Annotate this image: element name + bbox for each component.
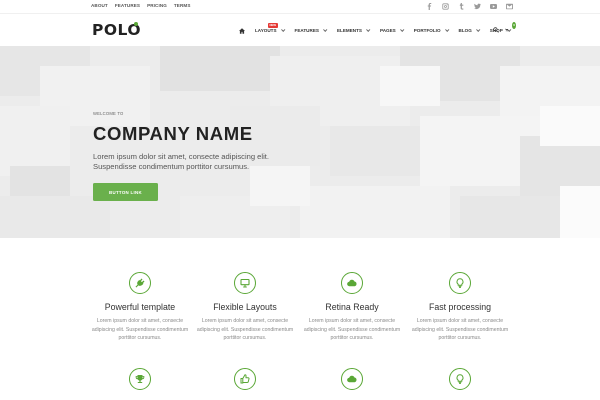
- top-link-pricing[interactable]: PRICING: [147, 3, 167, 9]
- home-icon[interactable]: [238, 27, 246, 35]
- monitor-icon: [234, 272, 256, 294]
- background-tile: [250, 166, 310, 206]
- main-menu: LAYOUTS NEW FEATURES ELEMENTS PAGES PORT…: [238, 23, 521, 35]
- menu-item-blog[interactable]: BLOG: [458, 27, 481, 34]
- feature-text: Lorem ipsum dolor sit amet, consecte adi…: [303, 318, 401, 342]
- feature-card: [405, 368, 515, 390]
- menu-item-label: ELEMENTS: [336, 28, 362, 33]
- lightbulb-icon: [449, 272, 471, 294]
- hero-section: WELCOME TO COMPANY NAME Lorem ipsum dolo…: [0, 46, 600, 238]
- features-section: Powerful template Lorem ipsum dolor sit …: [0, 238, 600, 400]
- hero-text: Lorem ipsum dolor sit amet, consecte adi…: [93, 152, 270, 171]
- plug-icon: [129, 272, 151, 294]
- feature-text: Lorem ipsum dolor sit amet, consecte adi…: [411, 318, 509, 342]
- cart-count-badge: 0: [512, 22, 516, 29]
- cloud-icon: [341, 272, 363, 294]
- menu-item-features[interactable]: FEATURES: [294, 27, 328, 34]
- chevron-down-icon: [323, 27, 328, 32]
- feature-title: Powerful template: [104, 302, 176, 312]
- hero-title: COMPANY NAME: [93, 123, 253, 144]
- trophy-icon: [129, 368, 151, 390]
- nav-tools: 0: [492, 22, 516, 33]
- menu-item-label: FEATURES: [294, 28, 319, 33]
- background-tile: [560, 186, 600, 238]
- hero-button[interactable]: BUTTON LINK: [93, 183, 158, 201]
- background-tile: [10, 166, 70, 196]
- thumbs-up-icon: [234, 368, 256, 390]
- top-bar: ABOUT FEATURES PRICING TERMS: [0, 0, 600, 13]
- feature-card: [190, 368, 300, 390]
- logo-dot: [134, 22, 138, 26]
- menu-item-layouts[interactable]: LAYOUTS NEW: [255, 23, 285, 34]
- hero-kicker: WELCOME TO: [93, 111, 124, 116]
- feature-title: Fast processing: [428, 302, 492, 312]
- menu-item-label: PAGES: [379, 28, 396, 33]
- background-tile: [540, 106, 600, 146]
- menu-item-pages[interactable]: PAGES: [379, 27, 405, 34]
- feature-text: Lorem ipsum dolor sit amet, consecte adi…: [91, 318, 189, 342]
- background-tile: [380, 66, 440, 106]
- feature-card: Fast processing Lorem ipsum dolor sit am…: [405, 272, 515, 343]
- feature-card: Flexible Layouts Lorem ipsum dolor sit a…: [190, 272, 300, 343]
- top-link-features[interactable]: FEATURES: [115, 3, 140, 9]
- main-navbar: POLO LAYOUTS NEW FEATURES ELEMENTS PAGES…: [0, 13, 600, 46]
- chevron-down-icon: [444, 27, 449, 32]
- menu-item-label: BLOG: [458, 28, 472, 33]
- cart-icon[interactable]: 0: [505, 22, 516, 33]
- feature-card: Powerful template Lorem ipsum dolor sit …: [85, 272, 195, 343]
- feature-card: [85, 368, 195, 390]
- chevron-down-icon: [399, 27, 405, 32]
- youtube-icon[interactable]: [489, 2, 497, 10]
- facebook-icon[interactable]: [425, 2, 433, 10]
- menu-item-label: LAYOUTS: [255, 28, 277, 33]
- menu-item-elements[interactable]: ELEMENTS: [336, 27, 371, 34]
- chevron-down-icon: [366, 27, 371, 32]
- background-tile: [330, 126, 420, 176]
- feature-card: [297, 368, 407, 390]
- search-icon[interactable]: [492, 26, 499, 33]
- chevron-down-icon: [280, 27, 285, 32]
- feature-title: Flexible Layouts: [213, 302, 277, 312]
- top-link-about[interactable]: ABOUT: [91, 3, 108, 9]
- feature-title: Retina Ready: [325, 302, 379, 312]
- menu-item-portfolio[interactable]: PORTFOLIO: [413, 27, 449, 34]
- feature-text: Lorem ipsum dolor sit amet, consecte adi…: [196, 318, 294, 342]
- menu-item-label: PORTFOLIO: [413, 28, 441, 33]
- social-links: [425, 2, 513, 10]
- logo[interactable]: POLO: [92, 22, 141, 38]
- top-link-terms[interactable]: TERMS: [174, 3, 191, 9]
- background-tile: [160, 46, 280, 91]
- cloud-icon: [341, 368, 363, 390]
- instagram-icon[interactable]: [441, 2, 449, 10]
- top-links: ABOUT FEATURES PRICING TERMS: [91, 3, 190, 9]
- background-tile: [300, 186, 450, 238]
- tumblr-icon[interactable]: [457, 2, 465, 10]
- lightbulb-icon: [449, 368, 471, 390]
- background-tile: [0, 196, 110, 238]
- new-badge: NEW: [268, 22, 278, 28]
- message-icon[interactable]: [505, 2, 513, 10]
- twitter-icon[interactable]: [473, 2, 481, 10]
- chevron-down-icon: [475, 27, 481, 32]
- feature-card: Retina Ready Lorem ipsum dolor sit amet,…: [297, 272, 407, 343]
